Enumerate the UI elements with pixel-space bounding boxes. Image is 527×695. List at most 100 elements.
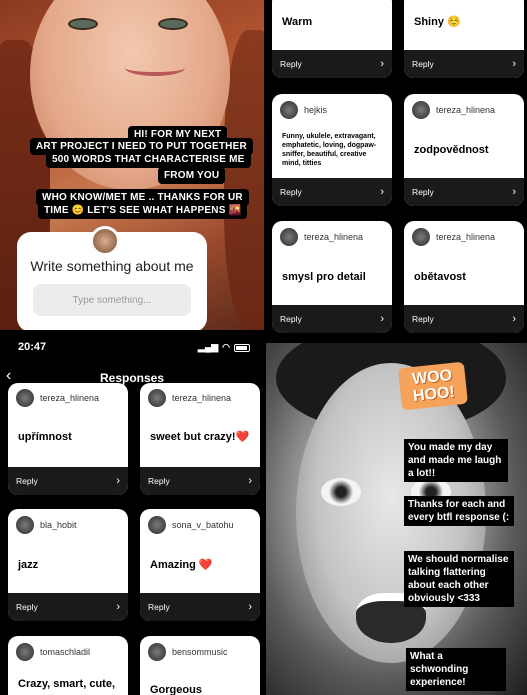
- response-text: Crazy, smart, cute,: [18, 678, 116, 690]
- reply-bar[interactable]: Reply ›: [8, 593, 128, 621]
- reply-bar[interactable]: Reply ›: [8, 467, 128, 495]
- response-card[interactable]: tereza_hlinena zodpovědnost Reply ›: [404, 94, 524, 206]
- response-card[interactable]: tereza_hlinena smysl pro detail Reply ›: [272, 221, 392, 333]
- response-header: bensommusic: [148, 643, 228, 661]
- reply-bar[interactable]: Reply ›: [140, 467, 260, 495]
- response-text: Shiny ☺️: [414, 16, 461, 28]
- chevron-right-icon: ›: [512, 186, 516, 198]
- chevron-right-icon: ›: [116, 475, 120, 487]
- response-header: tereza_hlinena: [16, 389, 99, 407]
- response-card[interactable]: bensommusic Gorgeous: [140, 636, 260, 695]
- response-header: tereza_hlinena: [148, 389, 231, 407]
- status-icons: ▂▄▆ ◠: [198, 342, 250, 353]
- story-message-1: You made my day and made me laugh a lot!…: [404, 439, 508, 482]
- response-text: sweet but crazy!❤️: [150, 431, 250, 443]
- response-text: zodpovědnost: [414, 144, 489, 156]
- reply-label: Reply: [148, 602, 170, 612]
- response-card[interactable]: tomaschladil Crazy, smart, cute,: [8, 636, 128, 695]
- chevron-right-icon: ›: [248, 601, 252, 613]
- username: tomaschladil: [40, 647, 91, 657]
- avatar: [90, 226, 120, 256]
- response-header: tereza_hlinena: [280, 228, 363, 246]
- chevron-right-icon: ›: [512, 58, 516, 70]
- avatar: [16, 389, 34, 407]
- username: tereza_hlinena: [304, 232, 364, 242]
- reply-bar[interactable]: Reply ›: [140, 593, 260, 621]
- reply-bar[interactable]: Reply ›: [404, 178, 524, 206]
- eye-right: [158, 18, 188, 30]
- response-text: upřímnost: [18, 431, 72, 443]
- response-card[interactable]: hejkis Funny, ukulele, extravagant, emph…: [272, 94, 392, 206]
- eye-left: [321, 478, 361, 506]
- story-message-4: What a schwonding experience!: [406, 648, 506, 691]
- responses-grid-top: Warm Reply › Shiny ☺️ Reply › hejkis Funny…: [266, 0, 527, 335]
- story-message-2: Thanks for each and every btfl response …: [404, 496, 514, 526]
- response-card[interactable]: tereza_hlinena upřímnost Reply ›: [8, 383, 128, 495]
- hair-right: [224, 30, 264, 330]
- question-title: Write something about me: [30, 258, 194, 274]
- response-text: Funny, ukulele, extravagant, emphatetic,…: [282, 133, 377, 167]
- username: hejkis: [304, 105, 328, 115]
- signal-icon: ▂▄▆: [197, 342, 219, 352]
- avatar: [280, 101, 298, 119]
- chevron-right-icon: ›: [380, 58, 384, 70]
- response-card[interactable]: tereza_hlinena obětavost Reply ›: [404, 221, 524, 333]
- response-card[interactable]: tereza_hlinena sweet but crazy!❤️ Reply ›: [140, 383, 260, 495]
- response-card[interactable]: bla_hobit jazz Reply ›: [8, 509, 128, 621]
- reply-bar[interactable]: Reply ›: [404, 50, 524, 78]
- story-question-panel: HI! FOR MY NEXT ART PROJECT I NEED TO PU…: [0, 0, 264, 330]
- story-line-4: FROM YOU: [158, 167, 226, 184]
- username: tereza_hlinena: [436, 232, 496, 242]
- response-text: Amazing ❤️: [150, 559, 213, 571]
- wifi-icon: ◠: [222, 342, 230, 352]
- reply-label: Reply: [280, 314, 302, 324]
- story-line-6: TIME 😊 LET'S SEE WHAT HAPPENS 🌇: [38, 202, 248, 219]
- status-bar: 20:47 ▂▄▆ ◠: [0, 335, 264, 357]
- chevron-right-icon: ›: [512, 313, 516, 325]
- reply-label: Reply: [412, 187, 434, 197]
- username: sona_v_batohu: [172, 520, 234, 530]
- avatar: [16, 516, 34, 534]
- response-header: sona_v_batohu: [148, 516, 234, 534]
- question-input[interactable]: Type something...: [33, 284, 191, 316]
- status-time: 20:47: [18, 341, 47, 353]
- responses-screen: 20:47 ▂▄▆ ◠ ‹ Responses tereza_hlinena u…: [0, 335, 264, 695]
- response-header: tereza_hlinena: [412, 228, 495, 246]
- woo-hoo-sticker: WOO HOO!: [397, 361, 469, 411]
- reply-bar[interactable]: Reply ›: [272, 178, 392, 206]
- story-line-3: 500 WORDS THAT CHARACTERISE ME: [46, 151, 251, 168]
- response-header: tomaschladil: [16, 643, 90, 661]
- response-text: jazz: [18, 559, 39, 571]
- response-card[interactable]: Warm Reply ›: [272, 0, 392, 78]
- chevron-right-icon: ›: [380, 186, 384, 198]
- username: tereza_hlinena: [172, 393, 232, 403]
- mouth: [125, 60, 185, 76]
- response-card[interactable]: Shiny ☺️ Reply ›: [404, 0, 524, 78]
- avatar: [280, 228, 298, 246]
- story-message-3: We should normalise talking flattering a…: [404, 551, 514, 607]
- reply-bar[interactable]: Reply ›: [272, 50, 392, 78]
- response-header: bla_hobit: [16, 516, 77, 534]
- avatar: [16, 643, 34, 661]
- response-text: smysl pro detail: [282, 271, 366, 283]
- response-header: hejkis: [280, 101, 327, 119]
- reply-label: Reply: [148, 476, 170, 486]
- chevron-right-icon: ›: [380, 313, 384, 325]
- reply-bar[interactable]: Reply ›: [272, 305, 392, 333]
- response-text: obětavost: [414, 271, 466, 283]
- avatar: [148, 643, 166, 661]
- reply-bar[interactable]: Reply ›: [404, 305, 524, 333]
- reply-label: Reply: [280, 59, 302, 69]
- chevron-right-icon: ›: [116, 601, 120, 613]
- username: bla_hobit: [40, 520, 77, 530]
- story-thanks-panel: WOO HOO! You made my day and made me lau…: [266, 343, 527, 695]
- reply-label: Reply: [16, 602, 38, 612]
- username: tereza_hlinena: [436, 105, 496, 115]
- reply-label: Reply: [412, 59, 434, 69]
- response-card[interactable]: sona_v_batohu Amazing ❤️ Reply ›: [140, 509, 260, 621]
- response-text: Gorgeous: [150, 684, 202, 695]
- avatar: [412, 101, 430, 119]
- chevron-right-icon: ›: [248, 475, 252, 487]
- username: tereza_hlinena: [40, 393, 100, 403]
- avatar: [148, 389, 166, 407]
